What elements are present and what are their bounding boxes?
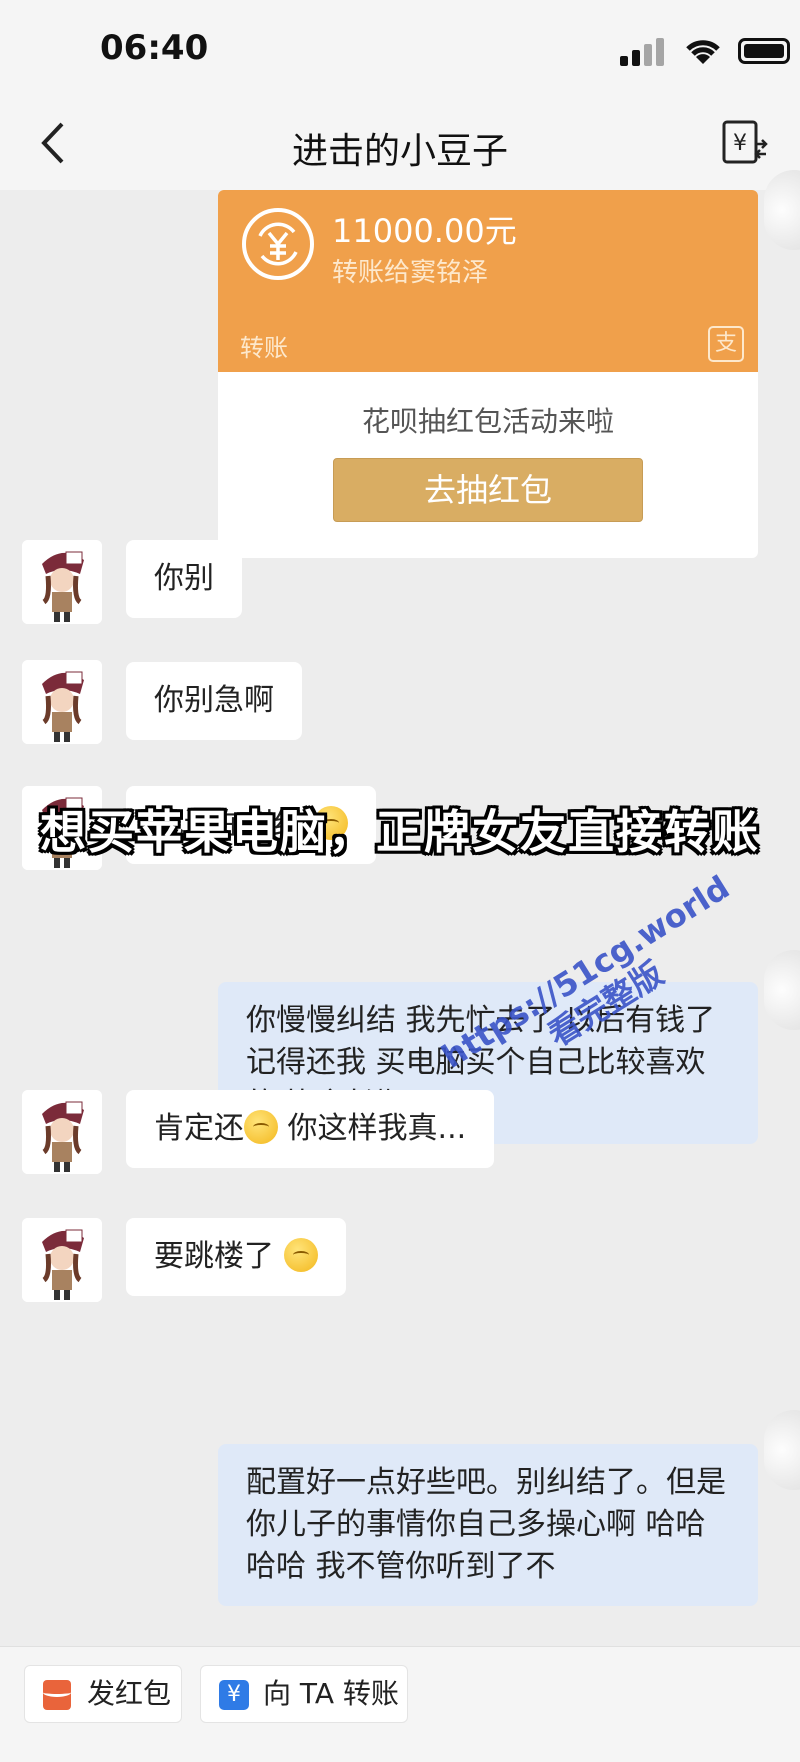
blur-blob: [764, 170, 800, 250]
battery-icon: [738, 38, 790, 64]
status-bar: 06:40: [0, 0, 800, 100]
message-text: 你这样我真...: [278, 1111, 467, 1146]
message-bubble-right[interactable]: 配置好一点好些吧。别纠结了。但是你儿子的事情你自己多操心啊 哈哈哈哈 我不管你听…: [218, 1444, 758, 1606]
transfer-label: 转账: [240, 334, 288, 362]
draw-red-packet-button[interactable]: 去抽红包: [333, 458, 643, 522]
red-packet-icon: [43, 1680, 71, 1710]
message-text: 肯定还: [154, 1111, 244, 1146]
avatar-icon: [22, 1218, 102, 1302]
status-time: 06:40: [100, 28, 209, 68]
message-bubble-left[interactable]: 肯定还 你这样我真...: [126, 1090, 495, 1168]
message-text: 配置好一点好些吧。别纠结了。但是你儿子的事情你自己多操心啊 哈哈哈哈 我不管你听…: [246, 1465, 726, 1584]
nav-bar: 进击的小豆子 ¥: [0, 100, 800, 190]
transfer-card-header[interactable]: 11000.00元 转账给窦铭泽 转账 支: [218, 190, 758, 372]
transfer-recipient: 转账给窦铭泽: [332, 258, 489, 288]
transfer-coin-icon: [242, 208, 314, 280]
avatar[interactable]: [22, 1218, 102, 1302]
chat-title: 进击的小豆子: [291, 131, 508, 172]
svg-text:¥: ¥: [733, 131, 747, 156]
transfer-amount: 11000.00元: [332, 212, 517, 250]
yen-transfer-icon[interactable]: ¥: [720, 118, 770, 168]
avatar-icon: [22, 540, 102, 624]
promo-text: 花呗抽红包活动来啦: [361, 405, 614, 438]
message-bubble-left[interactable]: 要跳楼了: [126, 1218, 346, 1296]
avatar[interactable]: [22, 660, 102, 744]
transfer-card[interactable]: 11000.00元 转账给窦铭泽 转账 支 花呗抽红包活动来啦 去抽红包: [218, 190, 758, 558]
send-red-packet-button[interactable]: 发红包: [24, 1665, 182, 1723]
signal-icon: [620, 38, 668, 66]
avatar-icon: [22, 1090, 102, 1174]
message-bubble-left[interactable]: 你别: [126, 540, 242, 618]
overlay-caption: 想买苹果电脑，正牌女友直接转账: [40, 805, 760, 859]
status-icons: [620, 32, 800, 72]
message-text: 要跳楼了: [154, 1239, 274, 1274]
alipay-icon: 支: [708, 326, 744, 362]
send-red-packet-label: 发红包: [87, 1677, 172, 1710]
blur-blob: [764, 1410, 800, 1490]
transfer-to-ta-button[interactable]: ¥ 向 TA 转账: [200, 1665, 408, 1723]
avatar-icon: [22, 660, 102, 744]
transfer-to-ta-label: 向 TA 转账: [263, 1677, 399, 1710]
blur-blob: [764, 950, 800, 1030]
message-text: 你别急啊: [154, 683, 274, 718]
crying-face-icon: [244, 1110, 278, 1144]
message-text: 你别: [154, 561, 214, 596]
bottom-action-bar: 发红包 ¥ 向 TA 转账: [0, 1646, 800, 1762]
avatar[interactable]: [22, 540, 102, 624]
wifi-icon: [686, 40, 720, 64]
yen-icon: ¥: [219, 1680, 249, 1710]
crying-face-icon: [283, 1238, 318, 1272]
avatar[interactable]: [22, 1090, 102, 1174]
message-bubble-left[interactable]: 你别急啊: [126, 662, 302, 740]
